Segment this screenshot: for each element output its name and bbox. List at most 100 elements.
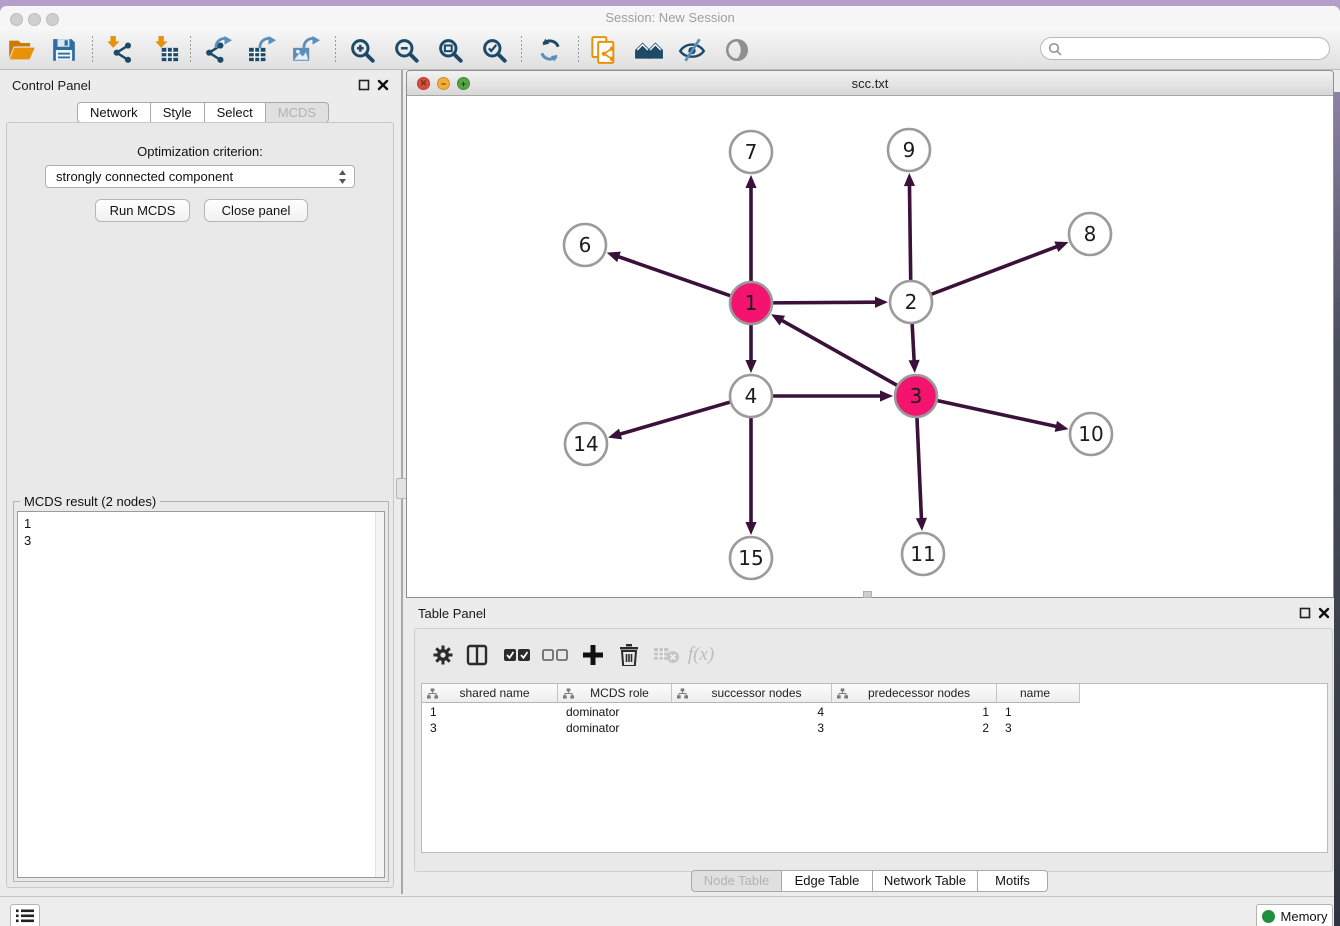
control-panel-float-icon[interactable]: [358, 79, 370, 91]
result-line: 1: [24, 515, 31, 532]
column-header-successor-nodes[interactable]: successor nodes: [672, 684, 832, 703]
table-cell[interactable]: 2: [832, 720, 997, 736]
tab-mcds[interactable]: MCDS: [266, 102, 329, 123]
birdseye-eye-icon[interactable]: [720, 35, 754, 65]
split-panes-icon[interactable]: [463, 641, 491, 669]
export-image-icon[interactable]: [289, 35, 323, 65]
zoom-out-icon[interactable]: [389, 35, 423, 65]
column-header-MCDS-role[interactable]: MCDS role: [558, 684, 672, 703]
result-scrollbar[interactable]: [375, 512, 384, 877]
table-header: shared nameMCDS role successor nodesprede…: [422, 684, 1080, 703]
table-row[interactable]: 1dominator411: [422, 704, 1080, 720]
main-toolbar: [0, 28, 1340, 70]
table-cell[interactable]: 3: [672, 720, 832, 736]
result-line: 3: [24, 532, 31, 549]
column-header-label: successor nodes: [688, 686, 831, 700]
save-session-icon[interactable]: [47, 35, 81, 65]
hide-details-eye-icon[interactable]: [675, 35, 709, 65]
tab-network-table[interactable]: Network Table: [873, 870, 978, 892]
application-window: Session: New Session Control Panel: [0, 6, 1340, 926]
tab-style[interactable]: Style: [151, 102, 205, 123]
column-header-predecessor-nodes[interactable]: predecessor nodes: [832, 684, 997, 703]
graph-node-label: 2: [905, 290, 918, 314]
edge-3-11[interactable]: [917, 415, 922, 520]
task-history-button[interactable]: [10, 904, 40, 926]
tab-select[interactable]: Select: [205, 102, 266, 123]
open-file-icon[interactable]: [5, 35, 39, 65]
graph-node-label: 14: [573, 432, 598, 456]
table-cell[interactable]: 3: [422, 720, 558, 736]
edge-2-8[interactable]: [929, 246, 1058, 295]
add-column-icon[interactable]: [579, 641, 607, 669]
import-table-icon[interactable]: [149, 35, 183, 65]
export-network-icon[interactable]: [201, 35, 235, 65]
network-window-title: scc.txt: [407, 76, 1333, 91]
graph-node-label: 6: [579, 233, 592, 257]
search-box[interactable]: [1040, 37, 1330, 60]
memory-button[interactable]: Memory: [1256, 904, 1333, 926]
refresh-icon[interactable]: [533, 35, 567, 65]
control-panel-tabs: NetworkStyleSelectMCDS: [77, 102, 329, 123]
edge-2-3[interactable]: [912, 321, 914, 362]
table-panel-title: Table Panel: [418, 606, 486, 621]
table-panel-close-icon[interactable]: [1318, 607, 1330, 619]
select-stepper-icon: [338, 169, 347, 185]
settings-gear-icon[interactable]: [429, 641, 457, 669]
tab-node-table[interactable]: Node Table: [691, 870, 782, 892]
table-row[interactable]: 3dominator323: [422, 720, 1080, 736]
zoom-fit-icon[interactable]: [433, 35, 467, 65]
edge-arrowhead: [904, 173, 915, 186]
delete-column-icon[interactable]: [615, 641, 643, 669]
list-icon: [16, 909, 34, 923]
select-all-checks-icon[interactable]: [503, 641, 531, 669]
table-cell[interactable]: 1: [997, 704, 1080, 720]
edge-arrowhead: [745, 522, 756, 535]
column-header-label: shared name: [438, 686, 557, 700]
search-input[interactable]: [1067, 39, 1323, 58]
edge-arrowhead: [1054, 242, 1068, 252]
optimization-criterion-select[interactable]: strongly connected component: [45, 165, 355, 188]
tab-motifs[interactable]: Motifs: [978, 870, 1048, 892]
graph-node-label: 15: [738, 546, 763, 570]
titlebar: Session: New Session: [0, 6, 1340, 28]
export-table-icon[interactable]: [245, 35, 279, 65]
edge-2-9[interactable]: [909, 184, 910, 283]
home-network-icon[interactable]: [632, 35, 666, 65]
edge-4-14[interactable]: [619, 401, 733, 434]
graph-node-label: 3: [910, 384, 923, 408]
zoom-in-icon[interactable]: [345, 35, 379, 65]
mcds-result-textarea[interactable]: 13: [17, 511, 385, 878]
network-canvas[interactable]: 7968124314101511: [407, 96, 1333, 597]
table-cell[interactable]: 3: [997, 720, 1080, 736]
table-cell[interactable]: 1: [422, 704, 558, 720]
zoom-selected-icon[interactable]: [477, 35, 511, 65]
run-mcds-button[interactable]: Run MCDS: [95, 199, 190, 222]
mcds-result-title: MCDS result (2 nodes): [20, 494, 160, 509]
close-panel-button[interactable]: Close panel: [204, 199, 308, 222]
desktop-wallpaper-strip: [1334, 92, 1340, 926]
table-panel-float-icon[interactable]: [1299, 607, 1311, 619]
import-network-icon[interactable]: [101, 35, 135, 65]
search-icon: [1048, 42, 1063, 57]
clone-network-icon[interactable]: [587, 35, 621, 65]
edge-1-6[interactable]: [617, 256, 733, 297]
control-panel-close-icon[interactable]: [377, 79, 389, 91]
column-header-shared-name[interactable]: shared name: [422, 684, 558, 703]
table-cell[interactable]: dominator: [558, 704, 672, 720]
network-window-titlebar[interactable]: ✕ − + scc.txt: [407, 71, 1333, 96]
edge-arrowhead: [745, 360, 756, 373]
deselect-all-boxes-icon[interactable]: [541, 641, 569, 669]
tab-edge-table[interactable]: Edge Table: [782, 870, 873, 892]
edge-arrowhead: [880, 390, 893, 401]
table-cell[interactable]: dominator: [558, 720, 672, 736]
table-cell[interactable]: 1: [832, 704, 997, 720]
edge-1-2[interactable]: [770, 302, 877, 303]
edge-3-1[interactable]: [781, 320, 900, 387]
column-header-name[interactable]: name: [997, 684, 1080, 703]
canvas-resize-handle[interactable]: [863, 591, 872, 598]
table-cell[interactable]: 4: [672, 704, 832, 720]
edge-3-10[interactable]: [935, 400, 1058, 427]
tab-network[interactable]: Network: [77, 102, 151, 123]
toolbar-separator: [92, 36, 93, 62]
optimization-criterion-value: strongly connected component: [56, 169, 233, 184]
